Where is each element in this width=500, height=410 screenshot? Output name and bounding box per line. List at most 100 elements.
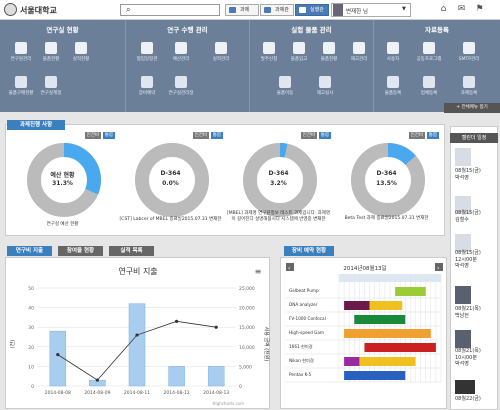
- tab-performance-list[interactable]: 실적 목록: [109, 246, 154, 256]
- project-register-icon: [463, 76, 475, 88]
- nav-item-goods-register[interactable]: 물품등록: [378, 76, 408, 96]
- reservation-bar[interactable]: [364, 343, 436, 352]
- home-icon[interactable]: ⌂: [438, 4, 449, 15]
- nav-item-program[interactable]: 공동프로그램: [414, 42, 444, 62]
- amount-point[interactable]: [56, 353, 60, 357]
- personnel-badge[interactable]: 인건비: [192, 132, 209, 139]
- nav-item-lab-manage[interactable]: 연구실관리정: [166, 76, 196, 96]
- personnel-badge[interactable]: 인건비: [84, 132, 101, 139]
- total-badge[interactable]: 통합: [318, 132, 331, 139]
- menu-icon[interactable]: ≡: [255, 267, 262, 276]
- total-badge[interactable]: 통합: [426, 132, 439, 139]
- nav-item-project-register[interactable]: 과제등록: [454, 76, 484, 96]
- y-right-tick: 5,000: [239, 364, 252, 370]
- expense-bar[interactable]: [207, 366, 225, 387]
- manage-icon: [299, 7, 306, 13]
- calendar-icon: [141, 42, 153, 54]
- calendar-event[interactable]: 08월22(금): [455, 396, 497, 403]
- search-input[interactable]: [120, 4, 220, 16]
- donut-card: 인건비 통합 예산 현황 31.3% 연구실 예산 현황: [10, 130, 115, 230]
- personnel-badge[interactable]: 인건비: [408, 132, 425, 139]
- user-menu[interactable]: [331, 3, 411, 17]
- reservation-bar[interactable]: [344, 371, 406, 380]
- tab-participation[interactable]: 참여율 현황: [58, 246, 103, 256]
- account-icon: [45, 76, 57, 88]
- nav-item-goods[interactable]: 물품현황: [36, 42, 66, 62]
- nav-item-receive[interactable]: 물품입고: [284, 42, 314, 62]
- nav-item-equipment[interactable]: 장비예약: [132, 76, 162, 96]
- y-left-tick: 0: [31, 384, 34, 390]
- chevron-down-icon[interactable]: ▼: [402, 6, 406, 12]
- amount-point[interactable]: [135, 333, 139, 337]
- equipment-name: High-speed Gam: [289, 330, 324, 335]
- donut-card: 인건비 통합 D-364 0.0% [CST] Labcer of MBEL 종…: [118, 130, 223, 230]
- project-icon: [229, 7, 236, 13]
- nav-item-researcher[interactable]: 연구원관리: [6, 42, 36, 62]
- nav-item-move[interactable]: 물품이동: [270, 76, 300, 96]
- execution-manage-button[interactable]: 실행관리: [295, 4, 329, 23]
- tab-project-progress[interactable]: 과제진행 사항: [7, 120, 65, 130]
- university-logo[interactable]: [4, 3, 17, 16]
- reservation-bar[interactable]: [369, 301, 403, 310]
- calendar-event[interactable]: 08월21(목) 백남헌: [455, 306, 497, 319]
- donut-caption: 연구실 예산 현황: [46, 222, 79, 227]
- collapse-menu-button[interactable]: + 전체메뉴 접기: [444, 103, 500, 113]
- avatar: [455, 330, 471, 348]
- mail-icon[interactable]: ✉: [456, 4, 467, 15]
- reservation-bar[interactable]: [359, 357, 416, 366]
- chevron-right-icon[interactable]: ›: [437, 265, 439, 272]
- donut-card: 인건비 통합 D-364 3.2% [MBEL] 과제명 연구원정보 테스트 과…: [226, 130, 331, 230]
- expense-bar[interactable]: [168, 366, 185, 387]
- nav-item-purchase[interactable]: 물품구매현황: [6, 76, 36, 96]
- amount-point[interactable]: [175, 319, 179, 323]
- donut-caption: [MBEL] 과제명 연구원정보 테스트 과제입니다. 과제명이 길어진다 설명…: [226, 211, 331, 222]
- project-hall-button[interactable]: 과제관: [260, 4, 294, 16]
- chevron-left-icon[interactable]: ‹: [288, 265, 290, 272]
- calendar-event[interactable]: 08월15(금) 박석영: [455, 168, 497, 181]
- nav-item-stocktake[interactable]: 재고실사: [310, 76, 340, 96]
- donut-title: D-364: [268, 170, 289, 177]
- avatar: [455, 286, 471, 304]
- nav-item-smtp[interactable]: SMTP관리: [454, 42, 484, 62]
- nav-item-stock[interactable]: 물품현황: [314, 42, 344, 62]
- nav-item-order[interactable]: 발주신청: [254, 42, 284, 62]
- expense-bar[interactable]: [128, 303, 146, 387]
- tab-equipment[interactable]: 장비 예약 현황: [284, 246, 334, 256]
- amount-point[interactable]: [214, 325, 218, 329]
- chart-credit: Highcharts.com: [213, 401, 245, 406]
- nav-item-schedule[interactable]: 협업일정관: [132, 42, 162, 62]
- search-icon[interactable]: ⌕: [126, 5, 130, 15]
- project-button[interactable]: 과제: [225, 4, 259, 16]
- org-icon[interactable]: ⚑: [474, 4, 485, 15]
- nav-item-budget[interactable]: 예산관리: [166, 42, 196, 62]
- calendar-event[interactable]: 08월15(금) 김철수: [455, 210, 497, 223]
- y-right-tick: 15,000: [239, 325, 255, 331]
- calendar-event[interactable]: 08월21(목) 10시00분 박석영: [455, 348, 497, 368]
- nav-item-performance-manage[interactable]: 실적관리: [206, 42, 236, 62]
- logo-text[interactable]: 서울대학교: [20, 5, 57, 16]
- amount-point[interactable]: [95, 378, 99, 382]
- nav-item-vendor-register[interactable]: 업체등록: [414, 76, 444, 96]
- nav-item-lab-account[interactable]: 연구실계정: [36, 76, 66, 96]
- reservation-bar[interactable]: [354, 315, 406, 324]
- equipment-schedule: ‹ › 2014년08월13일 Gelbeat Pump DNA analyzer…: [286, 263, 443, 383]
- nav-section-title: 실험 물품 관리: [291, 26, 332, 34]
- y-left-label: (건): [9, 340, 16, 349]
- cart-icon: [15, 76, 27, 88]
- nav-item-performance[interactable]: 실적현황: [66, 42, 96, 62]
- nav-item-users[interactable]: 사용자: [378, 42, 408, 62]
- donut-caption: Beta Test 과제 종료일2015.07.31 변재한: [344, 216, 429, 221]
- total-badge[interactable]: 통합: [210, 132, 223, 139]
- tab-research-expense[interactable]: 연구비 지출: [7, 246, 52, 256]
- nav-item-inventory[interactable]: 재고관리: [344, 42, 374, 62]
- total-badge[interactable]: 통합: [102, 132, 115, 139]
- reservation-bar[interactable]: [395, 287, 426, 296]
- pencil-icon: [319, 76, 331, 88]
- calendar-event[interactable]: 08월15(금) 12시00분 박석영: [455, 250, 497, 270]
- reservation-bar[interactable]: [344, 301, 370, 310]
- reservation-bar[interactable]: [344, 329, 431, 338]
- personnel-badge[interactable]: 인건비: [300, 132, 317, 139]
- graph-icon: [75, 42, 87, 54]
- chart-title: 연구비 지출: [118, 266, 157, 276]
- mobile-app-icon[interactable]: [455, 380, 475, 394]
